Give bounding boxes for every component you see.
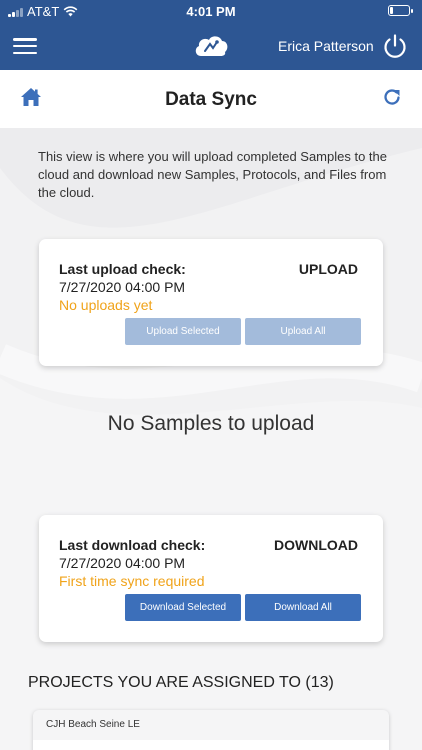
projects-header: PROJECTS YOU ARE ASSIGNED TO (13) xyxy=(28,674,334,691)
page-title: Data Sync xyxy=(165,89,257,110)
download-check-date: 7/27/2020 04:00 PM xyxy=(59,555,186,571)
download-all-button[interactable]: Download All xyxy=(245,594,361,621)
upload-heading: UPLOAD xyxy=(298,261,358,277)
upload-status: No uploads yet xyxy=(59,297,153,313)
upload-check-date: 7/27/2020 04:00 PM xyxy=(59,279,186,295)
project-name: CJH Beach Seine LE xyxy=(46,719,140,730)
power-icon[interactable] xyxy=(382,33,408,59)
hamburger-menu-icon[interactable] xyxy=(13,38,37,54)
download-selected-button[interactable]: Download Selected xyxy=(125,594,241,621)
download-status: First time sync required xyxy=(59,573,205,589)
download-heading: DOWNLOAD xyxy=(274,537,358,553)
upload-all-button[interactable]: Upload All xyxy=(245,318,361,345)
upload-selected-button[interactable]: Upload Selected xyxy=(125,318,241,345)
background-decoration xyxy=(0,128,422,750)
battery-icon xyxy=(388,5,413,16)
cloud-logo-icon xyxy=(195,36,228,56)
refresh-icon[interactable] xyxy=(382,87,402,107)
download-card: Last download check: 7/27/2020 04:00 PM … xyxy=(39,515,383,642)
upload-card: Last upload check: 7/27/2020 04:00 PM No… xyxy=(39,239,383,366)
status-bar: AT&T 4:01 PM xyxy=(0,0,422,22)
top-navigation-bar: Erica Patterson xyxy=(0,22,422,70)
page-header: Data Sync xyxy=(0,70,422,128)
empty-state-message: No Samples to upload xyxy=(107,412,315,435)
clock: 4:01 PM xyxy=(186,4,236,19)
upload-check-label: Last upload check: xyxy=(59,261,186,277)
project-card[interactable]: CJH Beach Seine LE xyxy=(33,710,389,750)
user-name[interactable]: Erica Patterson xyxy=(278,38,374,54)
download-check-label: Last download check: xyxy=(59,537,206,553)
intro-text: This view is where you will upload compl… xyxy=(38,149,388,200)
project-card-body xyxy=(33,740,389,750)
